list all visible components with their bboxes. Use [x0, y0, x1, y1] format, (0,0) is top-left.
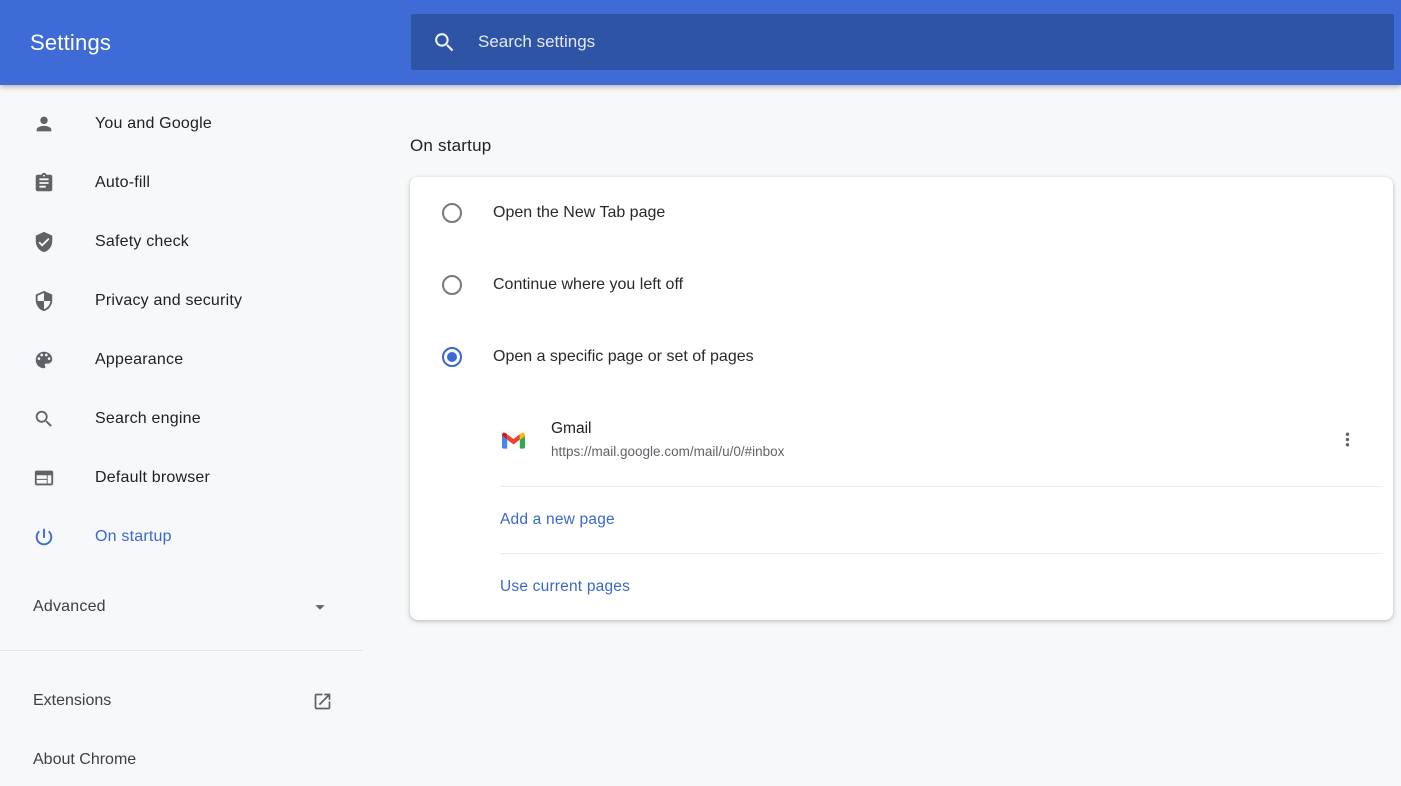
- sidebar-item-label: Safety check: [95, 233, 189, 251]
- search-icon: [33, 408, 55, 430]
- open-in-new-icon: [312, 691, 333, 712]
- sidebar-item-you-and-google[interactable]: You and Google: [0, 104, 363, 144]
- gmail-icon: [502, 428, 525, 451]
- startup-page-row: Gmail https://mail.google.com/mail/u/0/#…: [410, 393, 1393, 486]
- sidebar-item-privacy-security[interactable]: Privacy and security: [0, 281, 363, 321]
- radio-button-selected[interactable]: [442, 347, 462, 367]
- power-icon: [33, 526, 55, 548]
- page-title: Settings: [30, 30, 111, 56]
- add-new-page-row: Add a new page: [410, 487, 1393, 553]
- sidebar-item-on-startup[interactable]: On startup: [0, 517, 363, 557]
- extensions-label: Extensions: [33, 692, 111, 710]
- sidebar-item-about-chrome[interactable]: About Chrome: [0, 740, 363, 780]
- more-vert-icon: [1337, 429, 1358, 450]
- sidebar-item-label: Privacy and security: [95, 292, 242, 310]
- option-label: Open a specific page or set of pages: [493, 348, 754, 366]
- add-new-page-link[interactable]: Add a new page: [500, 511, 615, 529]
- option-label: Continue where you left off: [493, 276, 683, 294]
- option-label: Open the New Tab page: [493, 204, 665, 222]
- sidebar-divider: [0, 650, 363, 651]
- sidebar-item-label: Search engine: [95, 410, 201, 428]
- option-open-specific-pages[interactable]: Open a specific page or set of pages: [410, 321, 1393, 393]
- chevron-down-icon: [309, 596, 331, 618]
- option-open-new-tab[interactable]: Open the New Tab page: [410, 177, 1393, 249]
- on-startup-card: Open the New Tab page Continue where you…: [410, 177, 1393, 620]
- settings-content: On startup Open the New Tab page Continu…: [410, 85, 1401, 786]
- startup-page-info: Gmail https://mail.google.com/mail/u/0/#…: [551, 420, 1329, 459]
- sidebar-item-safety-check[interactable]: Safety check: [0, 222, 363, 262]
- clipboard-icon: [33, 172, 55, 194]
- option-continue-where-left-off[interactable]: Continue where you left off: [410, 249, 1393, 321]
- sidebar-item-label: Appearance: [95, 351, 183, 369]
- settings-sidebar: You and Google Auto-fill Safety check Pr…: [0, 85, 410, 786]
- sidebar-item-appearance[interactable]: Appearance: [0, 340, 363, 380]
- more-actions-button[interactable]: [1329, 422, 1365, 458]
- search-input[interactable]: [478, 32, 1394, 52]
- sidebar-item-label: You and Google: [95, 115, 212, 133]
- search-icon: [432, 30, 457, 55]
- sidebar-item-default-browser[interactable]: Default browser: [0, 458, 363, 498]
- radio-button[interactable]: [442, 203, 462, 223]
- use-current-pages-link[interactable]: Use current pages: [500, 578, 630, 596]
- sidebar-item-autofill[interactable]: Auto-fill: [0, 163, 363, 203]
- browser-window-icon: [33, 467, 55, 489]
- palette-icon: [33, 349, 55, 371]
- radio-button[interactable]: [442, 275, 462, 295]
- sidebar-item-search-engine[interactable]: Search engine: [0, 399, 363, 439]
- sidebar-item-extensions[interactable]: Extensions: [0, 681, 363, 721]
- sidebar-advanced-toggle[interactable]: Advanced: [0, 587, 363, 627]
- advanced-label: Advanced: [33, 598, 106, 616]
- about-chrome-label: About Chrome: [33, 751, 136, 769]
- shield-check-icon: [33, 231, 55, 253]
- sidebar-item-label: Auto-fill: [95, 174, 150, 192]
- search-bar[interactable]: [411, 14, 1394, 70]
- section-title: On startup: [410, 136, 1393, 156]
- settings-header: Settings: [0, 0, 1401, 85]
- person-icon: [33, 113, 55, 135]
- use-current-pages-row: Use current pages: [410, 554, 1393, 620]
- sidebar-item-label: Default browser: [95, 469, 210, 487]
- startup-page-url: https://mail.google.com/mail/u/0/#inbox: [551, 444, 1329, 459]
- shield-half-icon: [33, 290, 55, 312]
- sidebar-item-label: On startup: [95, 528, 172, 546]
- startup-page-name: Gmail: [551, 420, 1329, 438]
